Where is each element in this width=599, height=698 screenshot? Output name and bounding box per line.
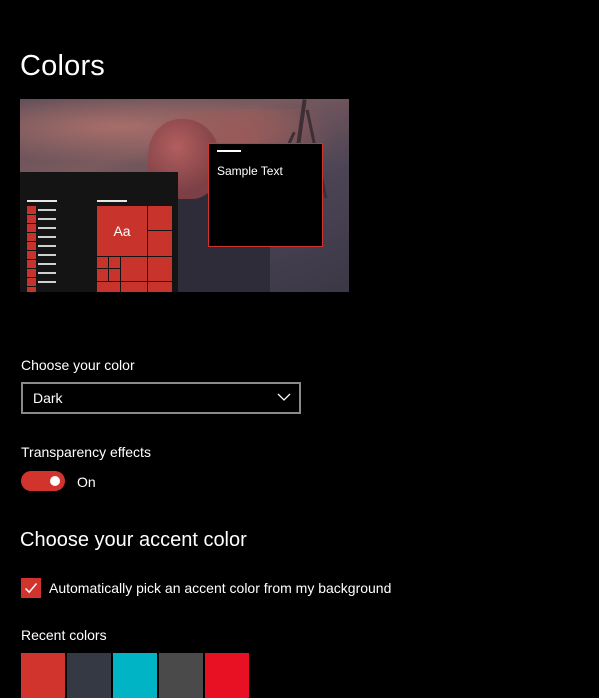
recent-color-swatch[interactable] — [21, 653, 65, 698]
preview-sample-window: Sample Text — [208, 143, 323, 247]
transparency-state: On — [77, 474, 96, 490]
theme-preview: Aa Sample Text — [20, 99, 349, 292]
checkmark-icon — [24, 583, 38, 594]
choose-color-value: Dark — [33, 390, 63, 406]
recent-colors-label: Recent colors — [21, 627, 107, 643]
recent-color-swatch[interactable] — [205, 653, 249, 698]
recent-color-swatch[interactable] — [159, 653, 203, 698]
colors-settings-page: Colors Aa Sample Text Choose your color … — [0, 0, 599, 698]
chevron-down-icon — [277, 393, 291, 401]
transparency-toggle[interactable] — [21, 471, 65, 491]
page-title: Colors — [20, 50, 105, 82]
preview-start-menu: Aa — [20, 172, 178, 292]
preview-sample-text: Sample Text — [217, 164, 283, 178]
recent-color-swatch[interactable] — [67, 653, 111, 698]
transparency-label: Transparency effects — [21, 444, 151, 460]
accent-section-title: Choose your accent color — [20, 529, 247, 551]
auto-accent-label[interactable]: Automatically pick an accent color from … — [49, 580, 391, 596]
recent-colors-swatches — [21, 653, 251, 698]
recent-color-swatch[interactable] — [113, 653, 157, 698]
choose-color-dropdown[interactable]: Dark — [21, 382, 301, 414]
auto-accent-checkbox[interactable] — [21, 578, 41, 598]
preview-tile-aa: Aa — [97, 206, 147, 256]
choose-color-label: Choose your color — [21, 357, 135, 373]
preview-tiles: Aa — [97, 206, 172, 292]
toggle-knob — [50, 476, 60, 486]
